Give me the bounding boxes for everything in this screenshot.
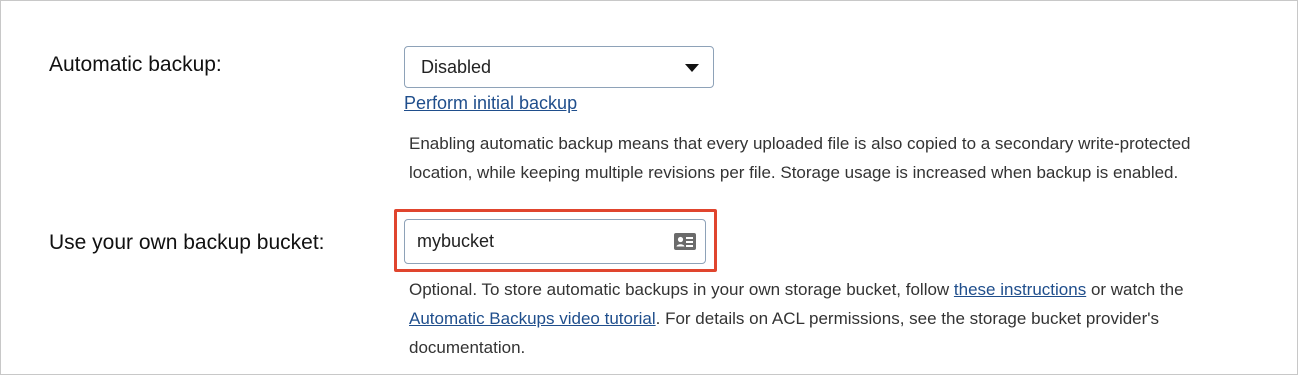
backup-bucket-help-text-3: . For details on ACL permissions, see th… bbox=[655, 309, 1160, 328]
video-tutorial-link[interactable]: Automatic Backups video tutorial bbox=[409, 309, 656, 328]
automatic-backup-help-line-1: Enabling automatic backup means that eve… bbox=[409, 134, 1191, 153]
contact-card-icon[interactable] bbox=[673, 232, 697, 251]
automatic-backup-label: Automatic backup: bbox=[49, 53, 222, 76]
automatic-backup-help-line-2: location, while keeping multiple revisio… bbox=[409, 163, 1179, 182]
automatic-backup-selected-value: Disabled bbox=[421, 57, 492, 77]
backup-bucket-help-text-4: documentation. bbox=[409, 338, 526, 357]
perform-initial-backup-link[interactable]: Perform initial backup bbox=[404, 93, 577, 114]
settings-panel: Automatic backup: Disabled Perform initi… bbox=[0, 0, 1298, 375]
backup-bucket-label: Use your own backup bucket: bbox=[49, 231, 325, 254]
backup-bucket-input[interactable] bbox=[417, 229, 657, 253]
backup-bucket-help-text-2: or watch the bbox=[1086, 280, 1184, 299]
backup-bucket-help-text-1: Optional. To store automatic backups in … bbox=[409, 280, 954, 299]
backup-bucket-help: Optional. To store automatic backups in … bbox=[409, 275, 1184, 362]
dropdown-caret-icon bbox=[685, 64, 699, 72]
these-instructions-link[interactable]: these instructions bbox=[954, 280, 1086, 299]
backup-bucket-field[interactable] bbox=[404, 219, 706, 264]
automatic-backup-help: Enabling automatic backup means that eve… bbox=[409, 129, 1191, 187]
automatic-backup-select[interactable]: Disabled bbox=[404, 46, 714, 88]
